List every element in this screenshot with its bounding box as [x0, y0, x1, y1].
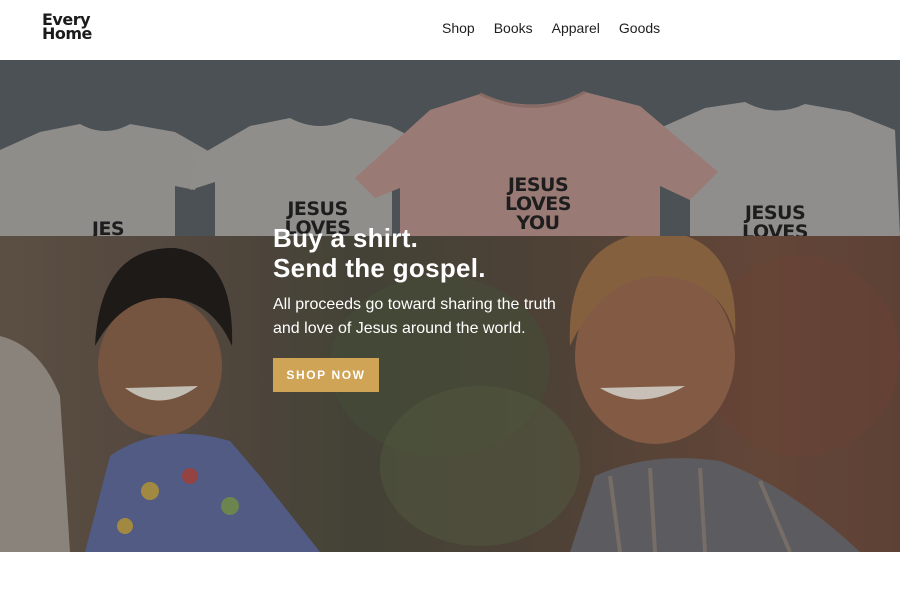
hero-content: Buy a shirt. Send the gospel. All procee…: [273, 223, 573, 392]
hero-title: Buy a shirt. Send the gospel.: [273, 223, 573, 283]
logo-line-2: Home: [42, 24, 92, 43]
hero-title-line-1: Buy a shirt.: [273, 223, 419, 253]
nav-item-books[interactable]: Books: [494, 20, 533, 36]
page-below-fold: [0, 552, 900, 600]
hero-title-line-2: Send the gospel.: [273, 253, 486, 283]
site-header: Every Home Shop Books Apparel Goods: [0, 0, 900, 60]
nav-item-shop[interactable]: Shop: [442, 20, 475, 36]
site-logo[interactable]: Every Home: [42, 12, 92, 43]
nav-item-apparel[interactable]: Apparel: [552, 20, 600, 36]
hero-subtitle: All proceeds go toward sharing the truth…: [273, 296, 556, 337]
main-nav: Shop Books Apparel Goods: [442, 20, 660, 36]
nav-item-goods[interactable]: Goods: [619, 20, 660, 36]
hero-banner: JES JESUS LOVES JESUS LOVES YOU JESUS LO…: [0, 60, 900, 552]
shop-now-button[interactable]: SHOP NOW: [273, 358, 379, 392]
